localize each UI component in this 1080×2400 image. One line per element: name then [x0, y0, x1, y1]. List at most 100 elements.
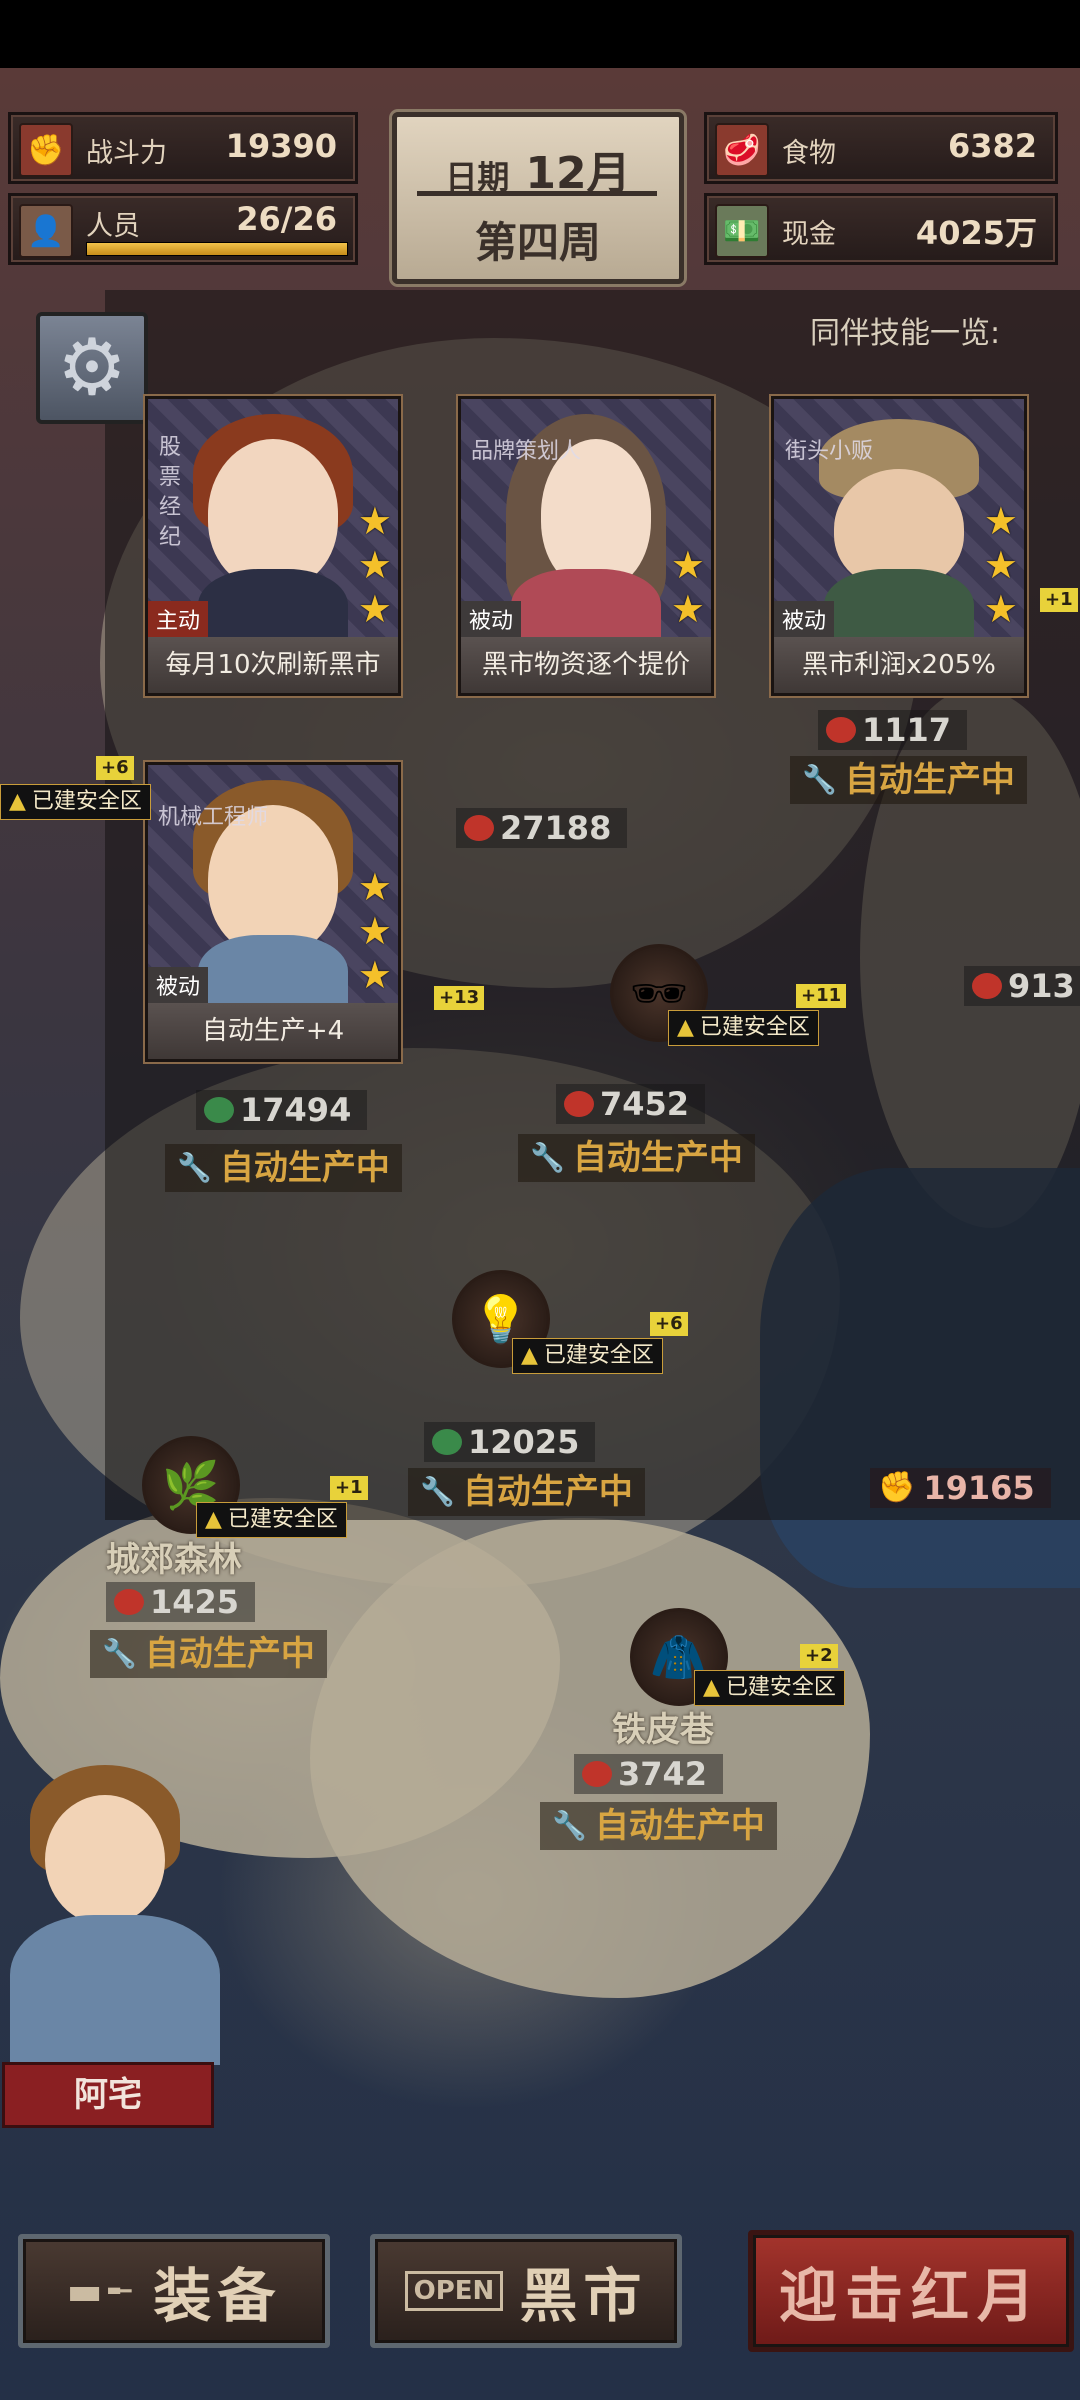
companion-mode-badge: 被动: [774, 601, 835, 637]
tent-icon: ▲: [677, 1015, 694, 1040]
settings-gear-icon[interactable]: ⚙: [36, 312, 148, 424]
star-icon: ★: [357, 587, 392, 631]
companion-role: 街头小贩: [784, 439, 873, 464]
resource-value: 913: [1008, 967, 1075, 1005]
level-badge: +1: [1040, 588, 1078, 612]
supply-icon: [582, 1761, 612, 1787]
resource-value: 17494: [240, 1091, 352, 1129]
hero-name-plate: 阿宅: [2, 2062, 214, 2128]
personnel-panel: 👤 人员 26/26: [8, 193, 358, 265]
status-text: 已建安全区: [699, 1015, 810, 1040]
tent-icon: ▲: [521, 1343, 538, 1368]
level-badge: +1: [330, 1476, 368, 1500]
star-icon: ★: [357, 499, 392, 543]
black-market-button[interactable]: OPEN 黑市: [370, 2234, 682, 2348]
equipment-button-label: 装备: [153, 2262, 282, 2330]
hero-portrait[interactable]: [0, 1745, 230, 2065]
skills-overview-title: 同伴技能一览:: [810, 316, 1001, 351]
personnel-value: 26/26: [236, 200, 337, 238]
star-icon: ★: [357, 909, 392, 953]
status-text: 自动生产中: [462, 1472, 633, 1512]
star-icon: ★: [983, 543, 1018, 587]
black-market-button-label: 黑市: [519, 2262, 648, 2330]
level-badge: +11: [796, 984, 847, 1008]
resource-counter: 913: [964, 966, 1080, 1006]
level-badge: +2: [800, 1644, 838, 1668]
resource-counter: 17494: [196, 1090, 368, 1130]
star-icon: ★: [670, 543, 705, 587]
resource-counter: 7452: [556, 1084, 706, 1124]
companion-body: [824, 569, 974, 637]
companion-stars: ★ ★ ★: [984, 499, 1018, 631]
status-text: 自动生产中: [219, 1148, 390, 1188]
companion-skill: 黑市利润x205%: [774, 637, 1024, 693]
resource-value: 7452: [600, 1085, 690, 1123]
cash-panel: 💵 现金 4025万: [704, 193, 1058, 265]
supply-icon: [114, 1589, 144, 1615]
hero-face: [45, 1795, 165, 1925]
resource-counter: 27188: [456, 808, 628, 848]
safe-zone-badge: ▲ 已建安全区: [0, 784, 151, 820]
companion-card[interactable]: 股票经纪 ★ ★ ★ 主动 每月10次刷新黑市: [145, 396, 401, 696]
date-plaque: 日期 12月 第四周: [392, 112, 684, 284]
companion-body: [511, 569, 661, 637]
companion-card[interactable]: 机械工程师 ★ ★ ★ 被动 自动生产+4: [145, 762, 401, 1062]
companion-role: 股票经纪: [158, 435, 181, 550]
star-icon: ★: [983, 587, 1018, 631]
supply-icon: [204, 1097, 234, 1123]
companion-mode-badge: 被动: [148, 967, 209, 1003]
rifle-icon: ▬╾: [66, 2269, 138, 2313]
money-icon: 💵: [715, 204, 769, 258]
companion-card[interactable]: 品牌策划人 ★ ★ 被动 黑市物资逐个提价: [458, 396, 714, 696]
supply-icon: [826, 717, 856, 743]
resource-counter: 12025: [424, 1422, 596, 1462]
star-icon: ★: [670, 587, 705, 631]
cash-value: 4025万: [915, 214, 1037, 252]
resource-counter: 1117: [818, 710, 968, 750]
status-text: 自动生产中: [594, 1806, 765, 1846]
personnel-progress: [86, 242, 348, 256]
wrench-icon: 🔧: [420, 1475, 455, 1508]
status-text: 自动生产中: [572, 1138, 743, 1178]
resource-value: 3742: [618, 1755, 708, 1793]
companion-card[interactable]: 街头小贩 ★ ★ ★ 被动 黑市利润x205%: [771, 396, 1027, 696]
place-name: 城郊森林: [106, 1540, 242, 1580]
date-divider: [417, 191, 657, 196]
cash-label: 现金: [782, 219, 836, 250]
resource-counter: 1425: [106, 1582, 256, 1622]
wrench-icon: 🔧: [802, 763, 837, 796]
fight-button-label: 迎击红月: [778, 2262, 1043, 2330]
companion-portrait: [208, 439, 338, 589]
equipment-button[interactable]: ▬╾ 装备: [18, 2234, 330, 2348]
companion-stars: ★ ★ ★: [358, 865, 392, 997]
status-text: 已建安全区: [543, 1343, 654, 1368]
resource-value: 27188: [500, 809, 612, 847]
tent-icon: ▲: [703, 1675, 720, 1700]
level-badge: +13: [434, 986, 485, 1010]
fight-red-moon-button[interactable]: 迎击红月: [748, 2230, 1074, 2352]
companion-stars: ★ ★: [671, 543, 705, 631]
wrench-icon: 🔧: [177, 1151, 212, 1184]
companion-body: [198, 569, 348, 637]
auto-production-status: 🔧 自动生产中: [518, 1134, 755, 1182]
combat-power-label: 战斗力: [86, 138, 167, 169]
companion-role: 机械工程师: [158, 805, 269, 830]
companion-mode-badge: 主动: [148, 601, 209, 637]
supply-icon: [432, 1429, 462, 1455]
star-icon: ★: [357, 953, 392, 997]
status-text: 已建安全区: [227, 1507, 338, 1532]
food-label: 食物: [782, 138, 836, 169]
resource-value: 12025: [468, 1423, 580, 1461]
combat-power-panel: ✊ 战斗力 19390: [8, 112, 358, 184]
combat-power-value: 19390: [225, 127, 337, 165]
supply-icon: [464, 815, 494, 841]
fist-icon: ✊: [19, 123, 73, 177]
personnel-label: 人员: [86, 211, 140, 242]
star-icon: ★: [983, 499, 1018, 543]
food-panel: 🥩 食物 6382: [704, 112, 1058, 184]
status-text: 自动生产中: [844, 760, 1015, 800]
status-text: 已建安全区: [31, 789, 142, 814]
wrench-icon: 🔧: [102, 1637, 137, 1670]
place-name: 铁皮巷: [612, 1710, 714, 1750]
tent-icon: ▲: [9, 789, 26, 814]
